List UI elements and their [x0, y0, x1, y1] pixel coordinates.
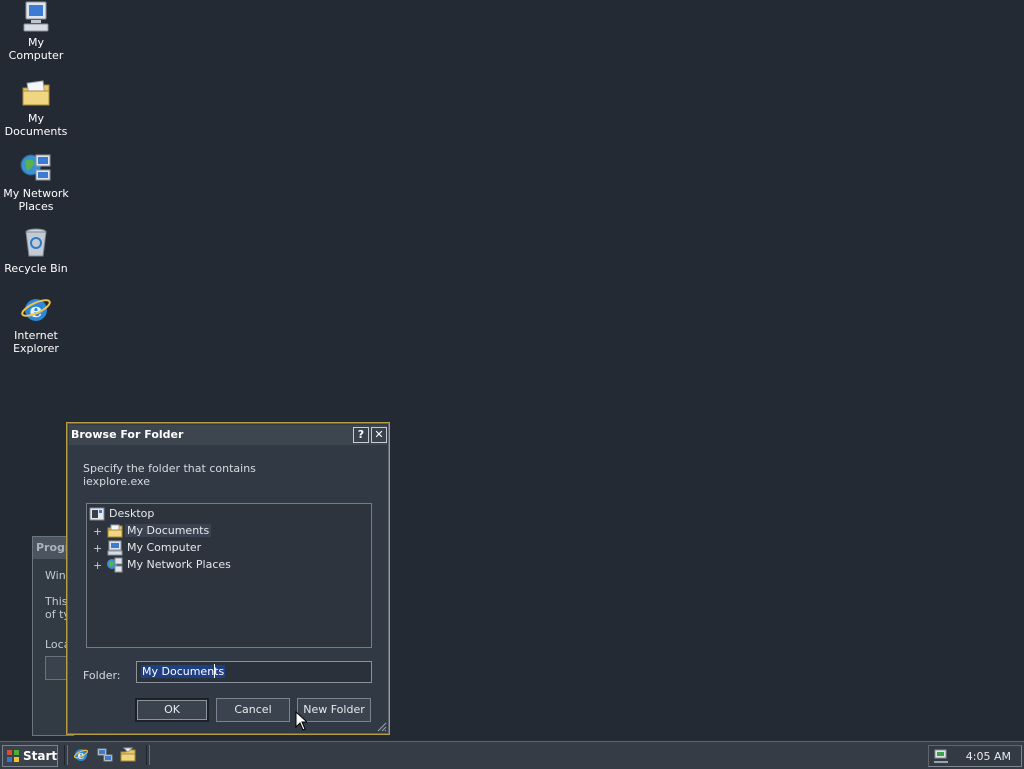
desktop-icon-label: Recycle Bin — [4, 262, 68, 275]
my-computer-icon — [23, 1, 49, 32]
network-places-icon — [107, 557, 123, 573]
new-folder-button[interactable]: New Folder — [297, 698, 371, 722]
desktop-icon-label: Internet — [14, 329, 58, 342]
tree-item-label: Desktop — [109, 507, 155, 520]
dialog-prompt: Specify the folder that contains iexplor… — [83, 462, 256, 488]
desktop-icon-label-line2: Places — [18, 200, 54, 213]
mouse-cursor-icon — [295, 711, 307, 731]
network-status-icon[interactable] — [933, 748, 949, 764]
recycle-bin-icon — [25, 228, 47, 257]
cancel-button[interactable]: Cancel — [216, 698, 290, 722]
start-button[interactable]: Start — [2, 745, 58, 767]
start-label: Start — [23, 749, 58, 763]
desktop-icon-recycle-bin[interactable]: Recycle Bin — [0, 226, 72, 275]
ok-button[interactable]: OK — [135, 698, 209, 722]
prompt-line-1: Specify the folder that contains — [83, 462, 256, 475]
tree-item-label: My Network Places — [127, 558, 231, 571]
desktop-icon-my-computer[interactable]: My Computer — [0, 0, 72, 62]
windows-logo-icon — [7, 750, 19, 762]
expand-icon[interactable]: + — [93, 542, 102, 555]
desktop-icon-internet-explorer[interactable]: e Internet Explorer — [0, 293, 72, 355]
my-computer-icon — [107, 540, 123, 556]
desktop-icon-my-network-places[interactable]: My Network Places — [0, 151, 72, 213]
folder-tree[interactable]: Desktop + My Documents + My Computer + M… — [86, 503, 372, 648]
network-icon[interactable] — [97, 747, 113, 763]
my-documents-icon[interactable] — [120, 747, 136, 763]
close-button[interactable]: ✕ — [371, 427, 387, 443]
clock[interactable]: 4:05 AM — [966, 750, 1011, 763]
my-documents-icon — [22, 80, 50, 106]
tree-item-label: My Computer — [127, 541, 202, 554]
desktop-icon-label: My Documents — [4, 112, 68, 138]
folder-input[interactable]: My Documents — [136, 661, 372, 683]
desktop-icon-label: My Network — [3, 187, 69, 200]
dialog-titlebar[interactable]: Browse For Folder ? ✕ — [69, 425, 387, 445]
expand-icon[interactable]: + — [93, 525, 102, 538]
folder-label: Folder: — [83, 669, 121, 682]
my-documents-icon — [107, 524, 123, 538]
desktop-icon-my-documents[interactable]: My Documents — [0, 76, 72, 138]
browse-for-folder-dialog: Browse For Folder ? ✕ Specify the folder… — [66, 422, 390, 735]
background-dialog-text: This — [45, 595, 68, 608]
text-caret — [214, 664, 215, 678]
internet-explorer-icon: e — [21, 298, 51, 322]
prompt-line-2: iexplore.exe — [83, 475, 150, 488]
resize-grip-icon[interactable] — [375, 720, 387, 732]
dialog-title: Browse For Folder — [71, 428, 184, 441]
system-tray: 4:05 AM — [928, 745, 1022, 767]
taskbar-separator — [64, 745, 68, 765]
desktop-icon-label: My Computer — [8, 36, 64, 62]
taskbar-separator — [146, 745, 150, 765]
folder-input-value: My Documents — [141, 665, 226, 678]
help-button[interactable]: ? — [353, 427, 369, 443]
network-places-icon — [20, 154, 51, 181]
taskbar: Start e 4:05 AM — [0, 741, 1024, 769]
expand-icon[interactable]: + — [93, 559, 102, 572]
desktop-icon — [89, 507, 105, 521]
desktop: My Computer My Documents My Network Plac… — [0, 0, 1024, 741]
internet-explorer-icon[interactable]: e — [73, 747, 89, 763]
desktop-icon-label-line2: Explorer — [13, 342, 59, 355]
tree-item-label: My Documents — [125, 524, 212, 537]
